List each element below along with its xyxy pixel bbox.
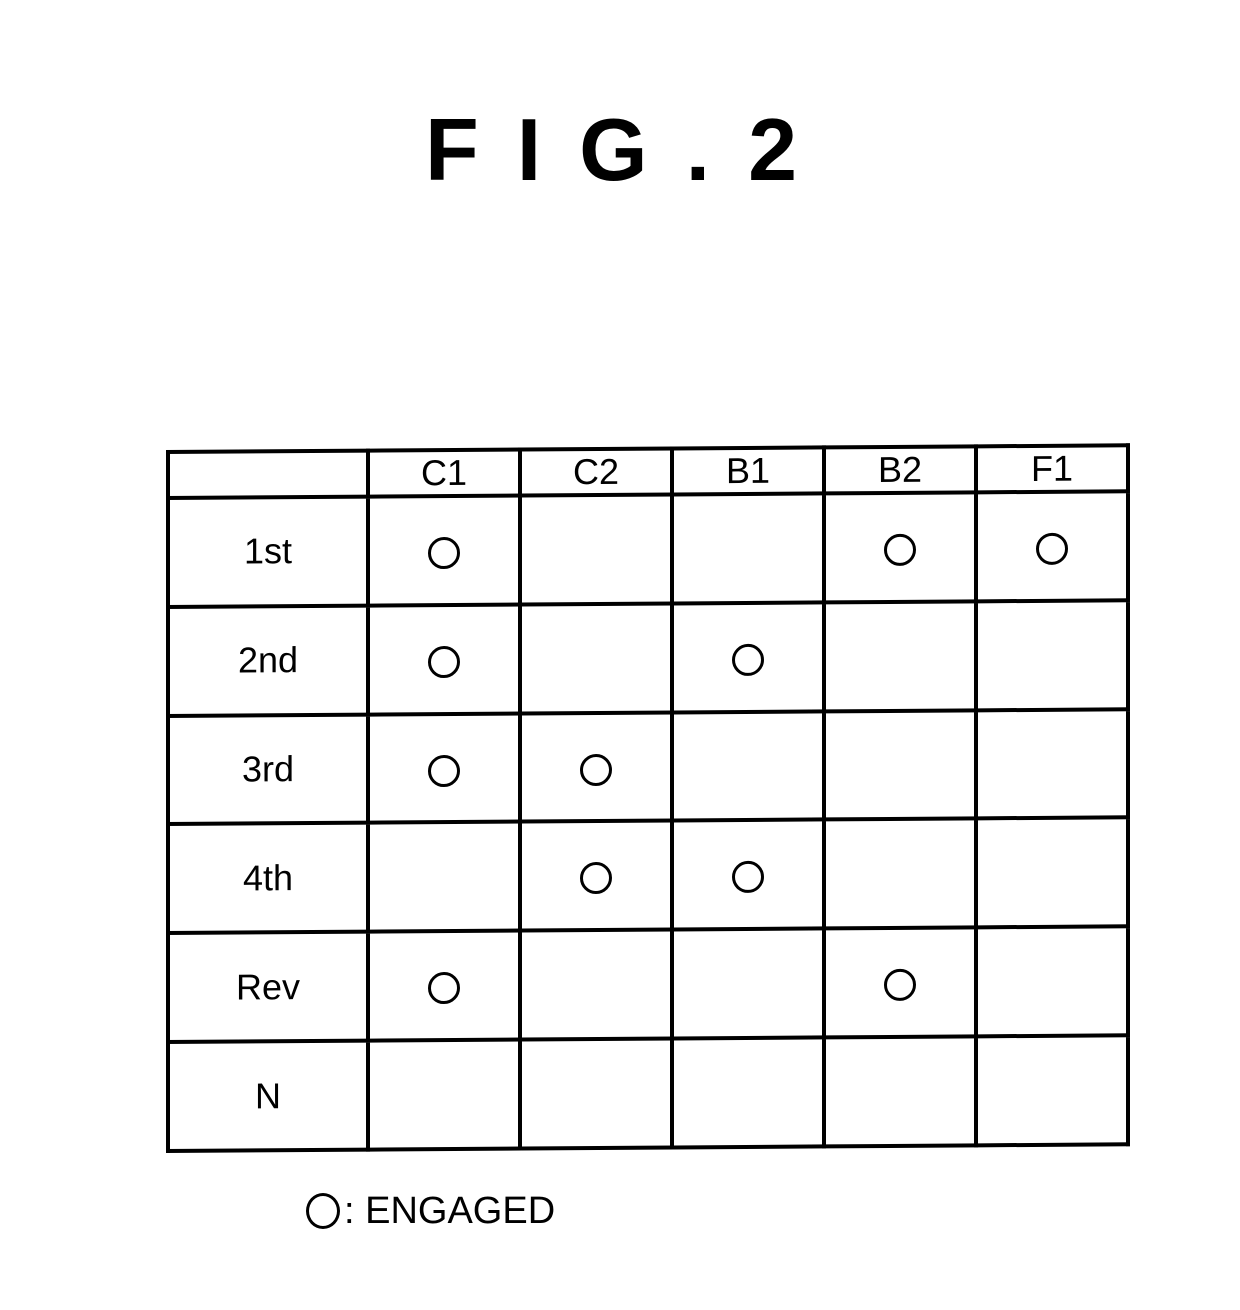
cell-f1 [976,817,1128,928]
table-row: 2nd [168,600,1128,716]
cell-c1 [368,495,520,606]
circle-icon [884,533,916,566]
circle-icon [732,643,764,676]
row-label: 1st [168,496,368,607]
table-row: N [168,1035,1128,1151]
cell-b2 [824,927,976,1038]
column-header-b2: B2 [824,446,976,494]
cell-b1 [672,819,824,930]
table-row: 1st [168,491,1128,607]
cell-c1 [368,1039,520,1150]
column-header-c2: C2 [520,448,672,496]
circle-icon [580,753,612,786]
cell-c1 [368,930,520,1041]
cell-b1 [672,493,824,604]
cell-c1 [368,713,520,824]
cell-b1 [672,602,824,713]
column-header-c1: C1 [368,449,520,497]
row-label: Rev [168,931,368,1043]
legend: : ENGAGED [306,1188,555,1234]
cell-f1 [976,1035,1128,1146]
row-label: 2nd [168,605,368,716]
cell-c1 [368,604,520,715]
engagement-table: C1 C2 B1 B2 F1 1st 2nd 3rd 4th Rev N [166,443,1130,1153]
circle-icon [428,536,460,570]
table-row: Rev [168,926,1128,1043]
cell-c2 [520,603,672,714]
cell-f1 [976,708,1128,819]
cell-b2 [824,601,976,712]
corner-cell [168,450,368,498]
circle-icon [1036,532,1068,565]
cell-c2 [520,929,672,1040]
cell-c2 [520,494,672,605]
column-header-b1: B1 [672,447,824,495]
figure-title: FIG.2 [424,100,836,199]
cell-b1 [672,1037,824,1148]
circle-icon [580,862,612,895]
cell-c1 [368,822,520,932]
cell-b2 [824,1036,976,1147]
circle-icon [884,968,916,1002]
circle-icon [428,645,460,678]
cell-f1 [976,926,1128,1037]
header-row: C1 C2 B1 B2 F1 [168,445,1128,498]
table-body: 1st 2nd 3rd 4th Rev N [168,491,1128,1151]
circle-icon [732,861,764,894]
cell-b1 [672,711,824,821]
legend-text: : ENGAGED [344,1190,556,1232]
circle-icon [428,754,460,787]
cell-f1 [976,600,1128,711]
cell-b2 [824,710,976,820]
cell-c2 [520,712,672,823]
column-header-f1: F1 [976,445,1128,493]
table-row: 4th [168,817,1128,934]
row-label: 3rd [168,714,368,825]
cell-b2 [824,492,976,603]
engagement-table-wrapper: C1 C2 B1 B2 F1 1st 2nd 3rd 4th Rev N [166,443,1128,1153]
cell-b1 [672,928,824,1039]
row-label: N [168,1040,368,1151]
cell-b2 [824,818,976,929]
cell-c2 [520,1038,672,1149]
cell-f1 [976,491,1128,602]
cell-c2 [520,820,672,931]
row-label: 4th [168,823,368,934]
table-row: 3rd [168,708,1128,825]
circle-icon [428,972,460,1005]
circle-icon [306,1193,340,1229]
